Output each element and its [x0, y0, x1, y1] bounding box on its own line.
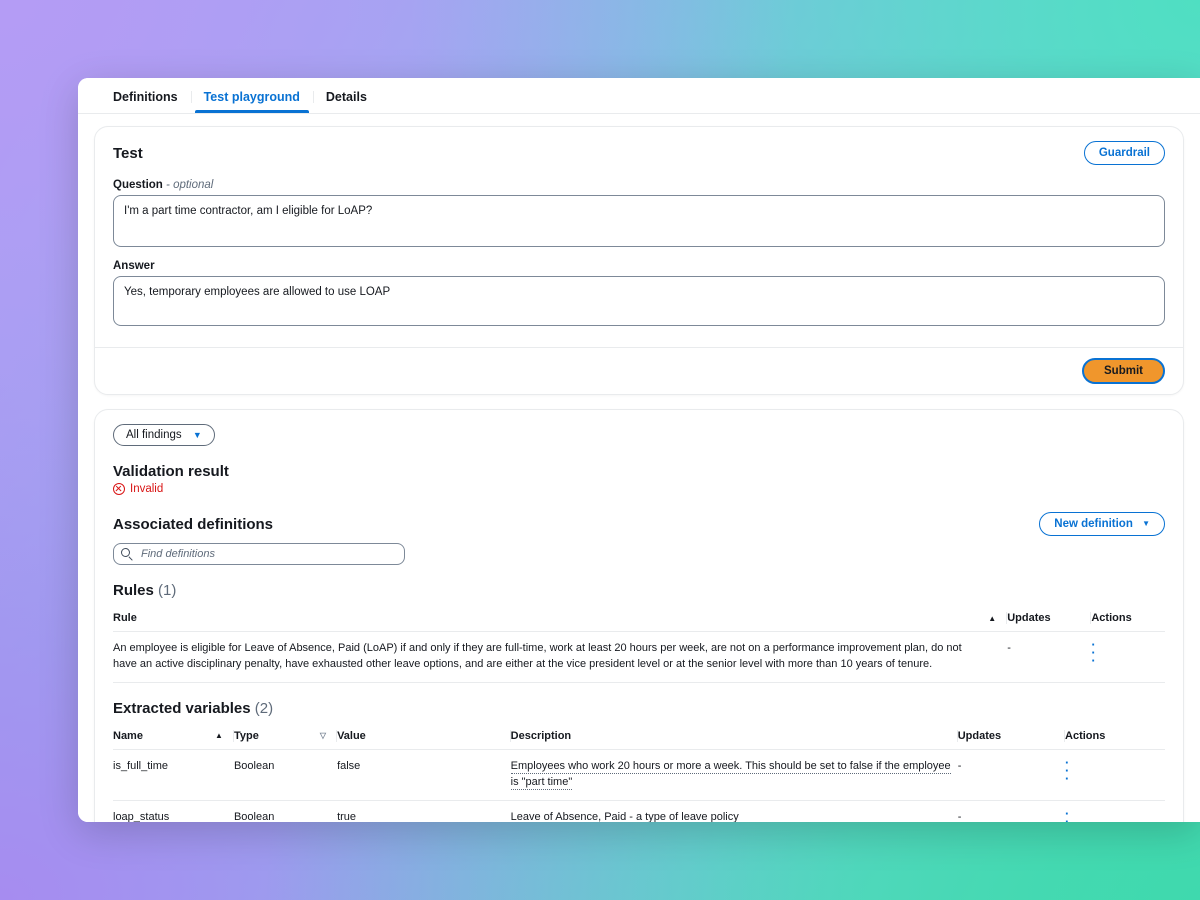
results-panel: All findings ▼ Validation result Invalid… — [94, 409, 1184, 822]
extracted-variables-table: Name ▲ Type ▽ Value Description Updates … — [113, 723, 1165, 822]
ev-cell-value: true — [337, 800, 511, 822]
error-circle-icon — [113, 483, 125, 495]
table-row: loap_status Boolean true Leave of Absenc… — [113, 800, 1165, 822]
extracted-variables-title-text: Extracted variables — [113, 699, 251, 717]
all-findings-label: All findings — [126, 429, 182, 441]
rules-col-rule-label: Rule — [113, 612, 137, 624]
ev-cell-name: is_full_time — [113, 749, 234, 801]
question-optional-text: - optional — [166, 179, 214, 191]
ev-col-actions: Actions — [1065, 723, 1165, 750]
question-input[interactable] — [113, 195, 1165, 247]
rules-count: (1) — [158, 582, 177, 599]
sort-ascending-icon: ▲ — [988, 613, 997, 623]
question-label-text: Question — [113, 179, 163, 191]
ev-cell-updates: - — [957, 749, 1066, 801]
new-definition-label: New definition — [1054, 518, 1133, 530]
status-badge: Invalid — [113, 483, 1165, 495]
question-label: Question - optional — [113, 179, 1165, 191]
rules-col-rule[interactable]: Rule ▲ — [113, 606, 1008, 632]
ev-cell-description: Leave of Absence, Paid - a type of leave… — [510, 800, 958, 822]
test-panel-footer: Submit — [95, 347, 1183, 394]
rules-col-updates-label: Updates — [1007, 612, 1051, 624]
rule-cell-updates: - — [1007, 631, 1092, 683]
sort-ascending-icon: ▲ — [215, 731, 223, 741]
new-definition-button[interactable]: New definition ▼ — [1039, 512, 1165, 536]
validation-result-section: Validation result Invalid — [113, 463, 1165, 495]
kebab-menu-icon[interactable]: ··· — [1065, 807, 1069, 822]
extracted-variables-section: Extracted variables (2) Name ▲ Type ▽ Va… — [113, 700, 1165, 822]
search-input[interactable] — [113, 543, 405, 565]
submit-button[interactable]: Submit — [1082, 358, 1165, 384]
ev-cell-name: loap_status — [113, 800, 234, 822]
all-findings-filter[interactable]: All findings ▼ — [113, 424, 215, 446]
ev-col-name[interactable]: Name ▲ — [113, 723, 234, 750]
rules-col-actions: Actions — [1091, 606, 1165, 632]
tab-definitions[interactable]: Definitions — [100, 90, 191, 113]
ev-cell-actions: ··· — [1065, 749, 1165, 801]
table-row: is_full_time Boolean false Employees who… — [113, 749, 1165, 801]
ev-col-actions-label: Actions — [1065, 729, 1106, 742]
rules-section: Rules (1) Rule ▲ Updates Actions An empl… — [113, 582, 1165, 683]
ev-col-type-label: Type — [233, 729, 259, 742]
sort-icon: ▽ — [319, 731, 327, 741]
search-icon — [121, 548, 130, 557]
ev-cell-description: Employees who work 20 hours or more a we… — [510, 749, 958, 801]
rules-table-header-row: Rule ▲ Updates Actions — [113, 606, 1165, 632]
ev-col-name-label: Name — [113, 729, 143, 742]
test-panel-title: Test — [113, 144, 143, 162]
guardrail-button[interactable]: Guardrail — [1083, 141, 1165, 165]
extracted-variables-title: Extracted variables (2) — [113, 700, 1165, 717]
ev-cell-value: false — [337, 749, 511, 801]
app-window: Definitions Test playground Details Test… — [78, 78, 1200, 822]
ev-col-description[interactable]: Description — [510, 723, 958, 750]
rules-table: Rule ▲ Updates Actions An employee is el… — [113, 606, 1165, 683]
validation-result-title: Validation result — [113, 463, 229, 480]
description-tooltip-text: Employees who work 20 hours or more a we… — [510, 759, 951, 790]
table-row: An employee is eligible for Leave of Abs… — [113, 631, 1165, 683]
find-definitions-search — [113, 543, 405, 565]
tab-bar: Definitions Test playground Details — [78, 78, 1200, 114]
ev-col-updates: Updates — [957, 723, 1066, 750]
answer-input[interactable] — [113, 276, 1165, 326]
ev-col-value[interactable]: Value — [337, 723, 511, 750]
status-badge-label: Invalid — [130, 483, 164, 495]
kebab-menu-icon[interactable]: ··· — [1065, 756, 1069, 785]
ev-cell-actions: ··· — [1065, 800, 1165, 822]
extracted-variables-header-row: Name ▲ Type ▽ Value Description Updates … — [113, 723, 1165, 750]
tab-details[interactable]: Details — [312, 90, 380, 113]
rules-col-actions-label: Actions — [1091, 612, 1132, 624]
ev-cell-type: Boolean — [233, 749, 338, 801]
ev-col-value-label: Value — [337, 729, 366, 742]
ev-col-updates-label: Updates — [957, 729, 1002, 742]
extracted-variables-table-wrap: Name ▲ Type ▽ Value Description Updates … — [113, 723, 1165, 822]
ev-col-description-label: Description — [510, 729, 572, 742]
associated-definitions-header: Associated definitions New definition ▼ — [113, 512, 1165, 536]
extracted-variables-count: (2) — [254, 699, 274, 717]
page-canvas: Test Guardrail Question - optional Answe… — [78, 114, 1200, 822]
test-panel: Test Guardrail Question - optional Answe… — [94, 126, 1184, 395]
ev-cell-updates: - — [957, 800, 1066, 822]
rules-col-updates: Updates — [1007, 606, 1092, 632]
answer-field: Answer — [95, 260, 1183, 331]
chevron-down-icon: ▼ — [1142, 519, 1150, 528]
kebab-menu-icon[interactable]: ··· — [1091, 638, 1095, 667]
rule-cell-text: An employee is eligible for Leave of Abs… — [113, 631, 1008, 683]
rules-title: Rules (1) — [113, 582, 1165, 599]
ev-col-type[interactable]: Type ▽ — [233, 723, 338, 750]
description-tooltip-text: Leave of Absence, Paid - a type of leave… — [510, 810, 739, 822]
rules-title-text: Rules — [113, 582, 154, 599]
chevron-down-icon: ▼ — [192, 430, 202, 440]
associated-definitions-title: Associated definitions — [113, 515, 274, 533]
rules-table-wrap: Rule ▲ Updates Actions An employee is el… — [113, 606, 1165, 683]
tab-test-playground[interactable]: Test playground — [190, 90, 313, 113]
question-field: Question - optional — [95, 179, 1183, 252]
answer-label: Answer — [113, 260, 155, 272]
rule-cell-actions: · · · — [1091, 631, 1165, 683]
ev-cell-type: Boolean — [233, 800, 338, 822]
test-panel-header: Test Guardrail — [95, 127, 1183, 171]
